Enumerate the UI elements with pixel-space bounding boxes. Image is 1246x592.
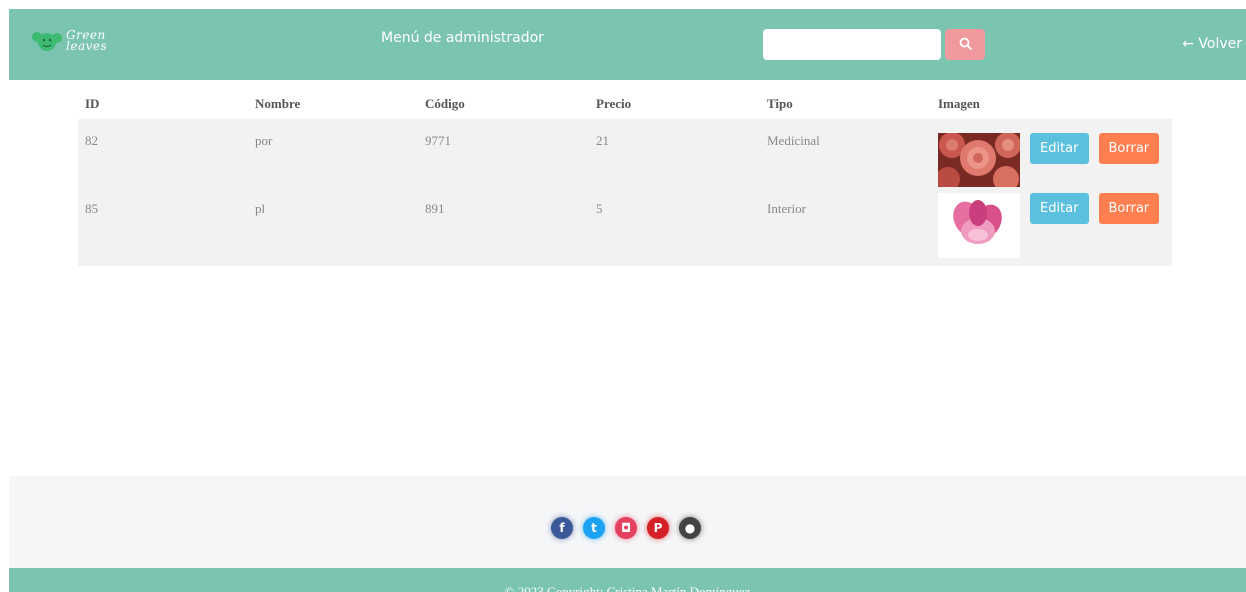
copyright-bar: © 2023 Copyright: Cristina Martín Domíng… [9,568,1246,592]
column-header-id: ID [85,96,100,111]
cell-imagen: Editar Borrar [931,188,1172,266]
cell-precio: 5 [589,188,760,266]
social-links: f t ◘ P ● [551,517,711,539]
cell-id: 82 [78,119,248,188]
column-header-imagen: Imagen [938,96,980,111]
table-row: 85 pl 891 5 Interior Editar Borrar [78,188,1172,266]
pinterest-icon[interactable]: P [647,517,669,539]
github-icon[interactable]: ● [679,517,701,539]
delete-button[interactable]: Borrar [1098,133,1160,164]
logo-text: Green leaves [66,29,108,53]
cactus-logo-icon [32,28,62,54]
copyright-text: © 2023 Copyright: Cristina Martín Domíng… [504,584,751,592]
cell-tipo: Interior [760,188,931,266]
cell-nombre: por [248,119,418,188]
logo-link[interactable]: Green leaves [32,28,107,54]
search-input[interactable] [763,29,941,60]
table-row: 82 por 9771 21 Medicinal Editar Borrar [78,119,1172,192]
table-header-row: ID Nombre Código Precio Tipo Imagen [78,89,1172,119]
cell-id: 85 [78,188,248,266]
twitter-icon[interactable]: t [583,517,605,539]
instagram-icon[interactable]: ◘ [615,517,637,539]
search-icon [959,37,972,53]
cell-tipo: Medicinal [760,119,931,188]
logo-text-line2: leaves [66,39,108,53]
facebook-icon[interactable]: f [551,517,573,539]
column-header-precio: Precio [596,96,632,111]
edit-button[interactable]: Editar [1030,133,1089,164]
cell-codigo: 9771 [418,119,589,188]
pink-magnolia-image [938,193,1020,258]
page-title: Menú de administrador [381,30,544,46]
cell-nombre: pl [248,188,418,266]
page: Green leaves Menú de administrador ← Vol… [9,9,1246,592]
cell-codigo: 891 [418,188,589,266]
search-button[interactable] [945,29,985,60]
navbar: Green leaves Menú de administrador ← Vol… [9,9,1246,80]
edit-button[interactable]: Editar [1030,193,1089,224]
column-header-codigo: Código [425,96,465,111]
products-table: ID Nombre Código Precio Tipo Imagen 82 p… [78,89,1172,266]
column-header-tipo: Tipo [767,96,793,111]
back-link[interactable]: ← Volver [1182,36,1242,52]
column-header-nombre: Nombre [255,96,301,111]
cell-precio: 21 [589,119,760,188]
delete-button[interactable]: Borrar [1098,193,1160,224]
cell-imagen: Editar Borrar [931,119,1172,192]
pink-roses-image [936,132,1021,192]
footer: f t ◘ P ● [9,476,1246,568]
